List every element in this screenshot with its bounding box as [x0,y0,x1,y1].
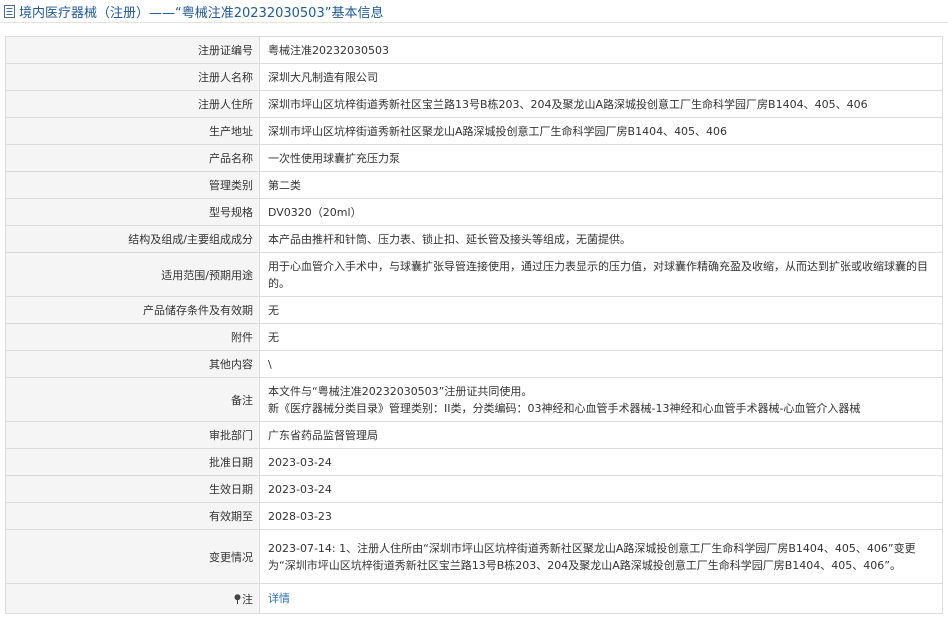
table-row: 注册人住所 深圳市坪山区坑梓街道秀新社区宝兰路13号B栋203、204及聚龙山A… [5,90,943,118]
field-value: 2023-03-24 [259,448,943,476]
table-row: 管理类别 第二类 [5,171,943,199]
field-value: 2023-03-24 [259,475,943,503]
table-row: 生效日期 2023-03-24 [5,475,943,503]
field-label: 注册证编号 [5,36,260,64]
page-header: 境内医疗器械（注册）——“粤械注准20232030503”基本信息 [0,0,948,23]
field-label: 产品名称 [5,144,260,172]
field-label: 注册人名称 [5,63,260,91]
field-value: 无 [259,296,943,324]
field-label: 变更情况 [5,529,260,584]
field-label: 审批部门 [5,421,260,449]
field-value: 2028-03-23 [259,502,943,530]
table-row: 注 详情 [5,583,943,614]
remark-line: 新《医疗器械分类目录》管理类别：II类，分类编码：03神经和心血管手术器械-13… [268,401,861,415]
field-label: 生效日期 [5,475,260,503]
field-value: 粤械注准20232030503 [259,36,943,64]
field-label: 有效期至 [5,502,260,530]
field-label: 其他内容 [5,350,260,378]
table-row: 审批部门 广东省药品监督管理局 [5,421,943,449]
table-row: 适用范围/预期用途 用于心血管介入手术中，与球囊扩张导管连接使用，通过压力表显示… [5,252,943,297]
field-value: 2023-07-14: 1、注册人住所由“深圳市坪山区坑梓街道秀新社区聚龙山A路… [259,529,943,584]
table-row: 备注 本文件与“粤械注准20232030503”注册证共同使用。 新《医疗器械分… [5,377,943,422]
document-list-icon [3,4,16,18]
table-row: 有效期至 2028-03-23 [5,502,943,530]
table-row: 型号规格 DV0320（20ml） [5,198,943,226]
field-label: 型号规格 [5,198,260,226]
field-value: 广东省药品监督管理局 [259,421,943,449]
table-row: 生产地址 深圳市坪山区坑梓街道秀新社区聚龙山A路深城投创意工厂生命科学园厂房B1… [5,117,943,145]
table-row: 注册证编号 粤械注准20232030503 [5,36,943,64]
field-value: DV0320（20ml） [259,198,943,226]
table-row: 注册人名称 深圳大凡制造有限公司 [5,63,943,91]
table-row: 产品名称 一次性使用球囊扩充压力泵 [5,144,943,172]
field-label: 生产地址 [5,117,260,145]
field-value: 深圳市坪山区坑梓街道秀新社区聚龙山A路深城投创意工厂生命科学园厂房B1404、4… [259,117,943,145]
pin-icon [234,593,241,604]
field-value: 深圳市坪山区坑梓街道秀新社区宝兰路13号B栋203、204及聚龙山A路深城投创意… [259,90,943,118]
field-label: 备注 [5,377,260,422]
note-label: 注 [242,592,253,606]
field-label: 结构及组成/主要组成成分 [5,225,260,253]
field-value: \ [259,350,943,378]
field-value: 深圳大凡制造有限公司 [259,63,943,91]
field-label: 注 [5,583,260,614]
field-label: 批准日期 [5,448,260,476]
field-value: 详情 [259,583,943,614]
field-label: 附件 [5,323,260,351]
field-value: 一次性使用球囊扩充压力泵 [259,144,943,172]
table-row: 批准日期 2023-03-24 [5,448,943,476]
field-label: 管理类别 [5,171,260,199]
info-table: 注册证编号 粤械注准20232030503 注册人名称 深圳大凡制造有限公司 注… [5,36,943,614]
field-label: 注册人住所 [5,90,260,118]
field-value: 用于心血管介入手术中，与球囊扩张导管连接使用，通过压力表显示的压力值，对球囊作精… [259,252,943,297]
field-value: 无 [259,323,943,351]
table-row: 变更情况 2023-07-14: 1、注册人住所由“深圳市坪山区坑梓街道秀新社区… [5,529,943,584]
remark-line: 本文件与“粤械注准20232030503”注册证共同使用。 [268,384,533,398]
table-row: 其他内容 \ [5,350,943,378]
field-value: 本文件与“粤械注准20232030503”注册证共同使用。 新《医疗器械分类目录… [259,377,943,422]
table-row: 结构及组成/主要组成成分 本产品由推杆和针筒、压力表、锁止扣、延长管及接头等组成… [5,225,943,253]
field-label: 适用范围/预期用途 [5,252,260,297]
field-label: 产品储存条件及有效期 [5,296,260,324]
field-value: 本产品由推杆和针筒、压力表、锁止扣、延长管及接头等组成，无菌提供。 [259,225,943,253]
details-link[interactable]: 详情 [268,592,290,605]
table-row: 附件 无 [5,323,943,351]
table-row: 产品储存条件及有效期 无 [5,296,943,324]
page-title: 境内医疗器械（注册）——“粤械注准20232030503”基本信息 [19,5,384,21]
field-value: 第二类 [259,171,943,199]
